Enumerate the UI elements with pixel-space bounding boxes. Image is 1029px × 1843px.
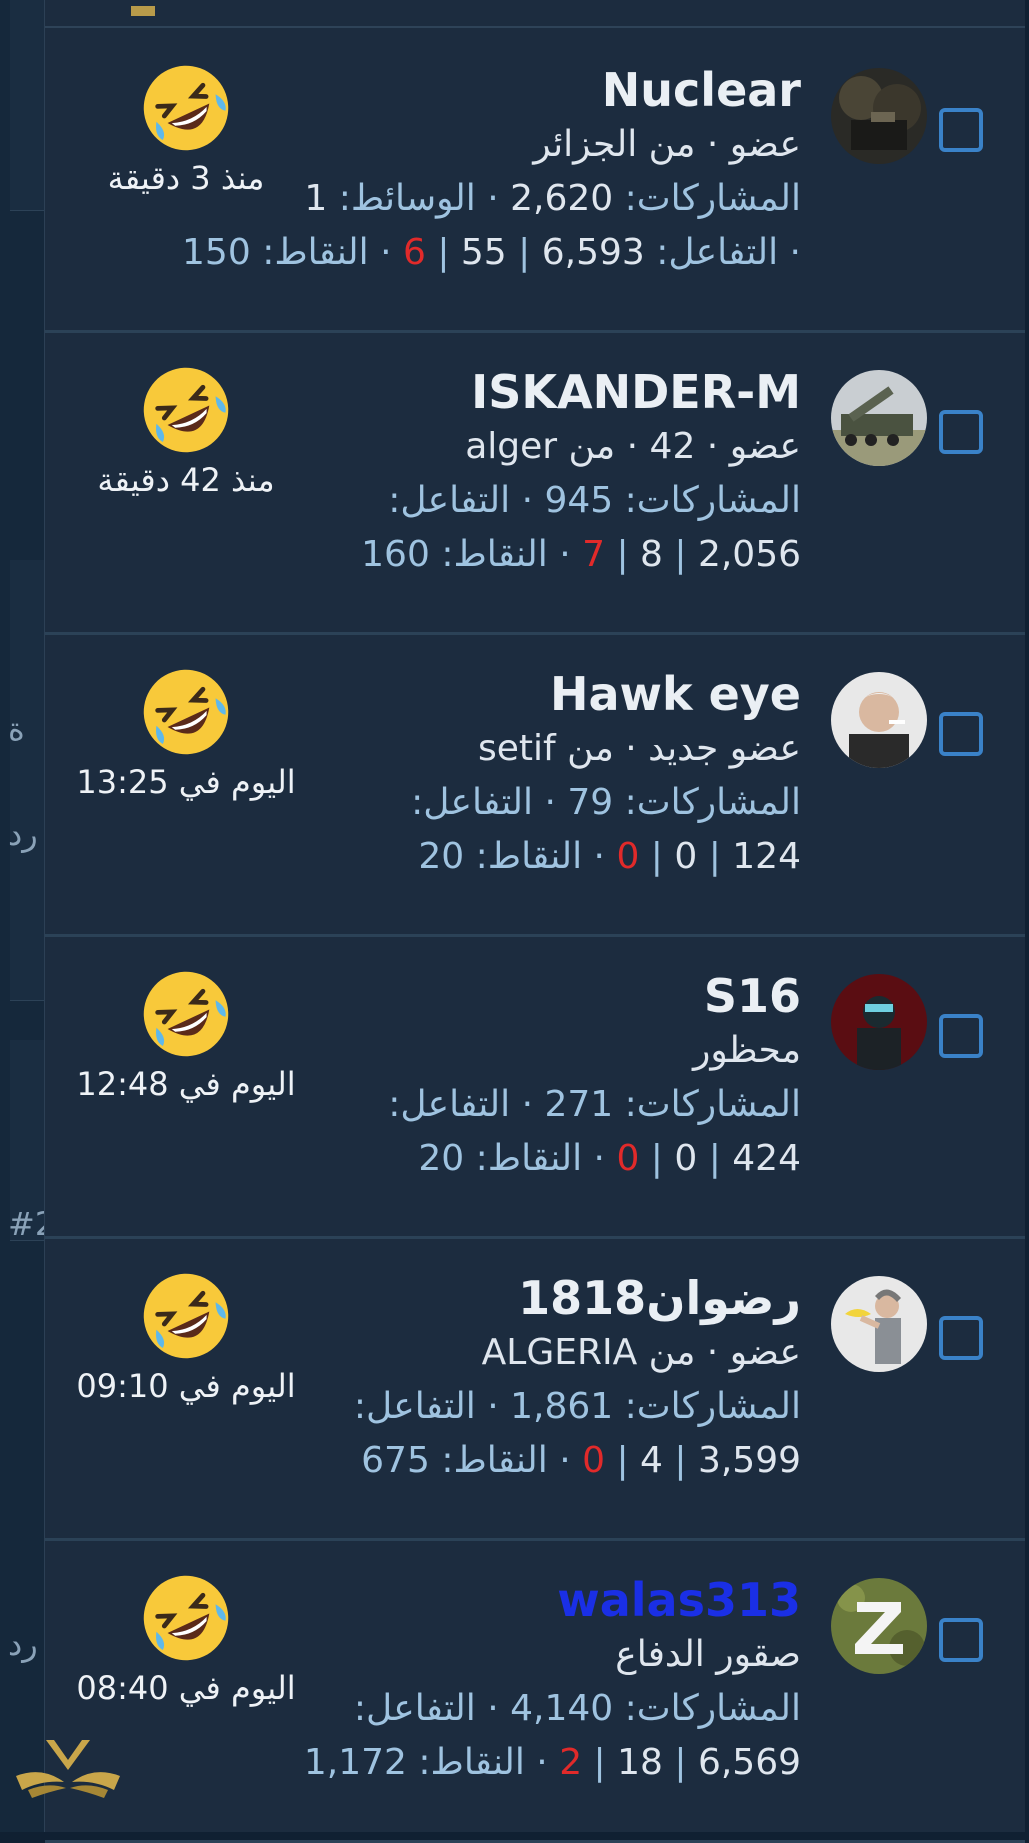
rolling-laughing-emoji-icon bbox=[143, 1273, 229, 1359]
background-post-block bbox=[10, 560, 44, 1001]
reaction-row: ISKANDER-M عضو · 42 · من alger المشاركات: … bbox=[45, 332, 1025, 635]
username-link[interactable]: Hawk eye bbox=[241, 666, 801, 722]
reaction-time: اليوم في 12:48 bbox=[76, 1065, 296, 1103]
reaction-score-line: 124 | 0 | 0 · النقاط: 20 bbox=[418, 836, 801, 877]
rolling-laughing-emoji-icon bbox=[143, 367, 229, 453]
reaction-score-line: 424 | 0 | 0 · النقاط: 20 bbox=[418, 1138, 801, 1179]
posts-and-media-line: المشاركات: 2,620 · الوسائط: 1 bbox=[304, 178, 801, 219]
posts-and-reactions-label: المشاركات: 1,861 · التفاعل: bbox=[353, 1386, 801, 1427]
reaction-time: اليوم في 13:25 bbox=[76, 763, 296, 801]
member-title-line: محظور bbox=[692, 1030, 801, 1071]
member-title-line: صقور الدفاع bbox=[615, 1634, 801, 1675]
reactions-list-panel: Nuclear عضو · من الجزائر المشاركات: 2,620 … bbox=[44, 0, 1025, 1843]
member-title-line: عضو · من ALGERIA bbox=[481, 1332, 801, 1373]
select-checkbox[interactable] bbox=[939, 108, 983, 152]
posts-and-reactions-label: المشاركات: 4,140 · التفاعل: bbox=[353, 1688, 801, 1729]
background-text-fragment: ة bbox=[8, 710, 25, 748]
banana-man-avatar[interactable] bbox=[831, 1276, 927, 1372]
member-info: ISKANDER-M عضو · 42 · من alger المشاركات: … bbox=[241, 364, 801, 582]
select-checkbox[interactable] bbox=[939, 1316, 983, 1360]
reaction-row: Nuclear عضو · من الجزائر المشاركات: 2,620 … bbox=[45, 30, 1025, 333]
forum-watermark-logo bbox=[16, 1740, 120, 1798]
reaction-row: Hawk eye عضو جديد · من setif المشاركات: 79… bbox=[45, 634, 1025, 937]
reaction-info: اليوم في 08:40 bbox=[71, 1570, 301, 1708]
reaction-score-line: 3,599 | 4 | 0 · النقاط: 675 bbox=[361, 1440, 801, 1481]
username-link[interactable]: S16 bbox=[241, 968, 801, 1024]
username-link[interactable]: رضوان1818 bbox=[241, 1270, 801, 1326]
red-soldier-avatar[interactable] bbox=[831, 974, 927, 1070]
select-checkbox[interactable] bbox=[939, 712, 983, 756]
select-checkbox[interactable] bbox=[939, 1014, 983, 1058]
select-checkbox[interactable] bbox=[939, 410, 983, 454]
member-info: Hawk eye عضو جديد · من setif المشاركات: 79… bbox=[241, 666, 801, 884]
reaction-time: اليوم في 09:10 bbox=[76, 1367, 296, 1405]
member-info: walas313 صقور الدفاع المشاركات: 4,140 · ال… bbox=[241, 1572, 801, 1790]
reaction-info: اليوم في 13:25 bbox=[71, 664, 301, 802]
posts-and-reactions-label: المشاركات: 271 · التفاعل: bbox=[388, 1084, 801, 1125]
reaction-score-line: 6,569 | 18 | 2 · النقاط: 1,172 bbox=[303, 1742, 801, 1783]
reaction-score-line: 2,056 | 8 | 7 · النقاط: 160 bbox=[361, 534, 801, 575]
man-smoking-avatar[interactable] bbox=[831, 672, 927, 768]
missile-launcher-avatar[interactable] bbox=[831, 370, 927, 466]
reaction-row: walas313 صقور الدفاع المشاركات: 4,140 · ال… bbox=[45, 1540, 1025, 1843]
posts-and-reactions-label: المشاركات: 945 · التفاعل: bbox=[388, 480, 801, 521]
top-accent bbox=[131, 6, 155, 16]
rolling-laughing-emoji-icon bbox=[143, 1575, 229, 1661]
top-divider bbox=[45, 26, 1025, 28]
rolling-laughing-emoji-icon bbox=[143, 971, 229, 1057]
member-title-line: عضو جديد · من setif bbox=[478, 728, 801, 769]
reaction-info: منذ 3 دقيقة bbox=[71, 60, 301, 198]
background-header-block bbox=[10, 0, 44, 211]
member-info: S16 محظور المشاركات: 271 · التفاعل: 424 | 0… bbox=[241, 968, 801, 1186]
reaction-row: رضوان1818 عضو · من ALGERIA المشاركات: 1,86… bbox=[45, 1238, 1025, 1541]
reaction-info: اليوم في 09:10 bbox=[71, 1268, 301, 1406]
member-info: Nuclear عضو · من الجزائر المشاركات: 2,620 … bbox=[182, 62, 801, 280]
username-link[interactable]: walas313 bbox=[241, 1572, 801, 1628]
username-link[interactable]: Nuclear bbox=[241, 62, 801, 118]
rolling-laughing-emoji-icon bbox=[143, 65, 229, 151]
posts-and-reactions-label: المشاركات: 79 · التفاعل: bbox=[411, 782, 801, 823]
rolling-laughing-emoji-icon bbox=[143, 669, 229, 755]
z-letter-avatar[interactable] bbox=[831, 1578, 927, 1674]
background-text-fragment: رد bbox=[8, 815, 38, 853]
member-title-line: عضو · من الجزائر bbox=[533, 124, 801, 165]
reaction-time: اليوم في 08:40 bbox=[76, 1669, 296, 1707]
select-checkbox[interactable] bbox=[939, 1618, 983, 1662]
username-link[interactable]: ISKANDER-M bbox=[241, 364, 801, 420]
reaction-info: منذ 42 دقيقة bbox=[71, 362, 301, 500]
reaction-time: منذ 42 دقيقة bbox=[97, 461, 275, 499]
reaction-info: اليوم في 12:48 bbox=[71, 966, 301, 1104]
reaction-time: منذ 3 دقيقة bbox=[107, 159, 265, 197]
reaction-row: S16 محظور المشاركات: 271 · التفاعل: 424 | 0… bbox=[45, 936, 1025, 1239]
reaction-score-line: · التفاعل: 6,593 | 55 | 6 · النقاط: 150 bbox=[182, 232, 801, 273]
member-info: رضوان1818 عضو · من ALGERIA المشاركات: 1,86… bbox=[241, 1270, 801, 1488]
background-text-fragment: رد bbox=[8, 1625, 38, 1663]
dark-armor-avatar[interactable] bbox=[831, 68, 927, 164]
member-title-line: عضو · 42 · من alger bbox=[465, 426, 801, 467]
